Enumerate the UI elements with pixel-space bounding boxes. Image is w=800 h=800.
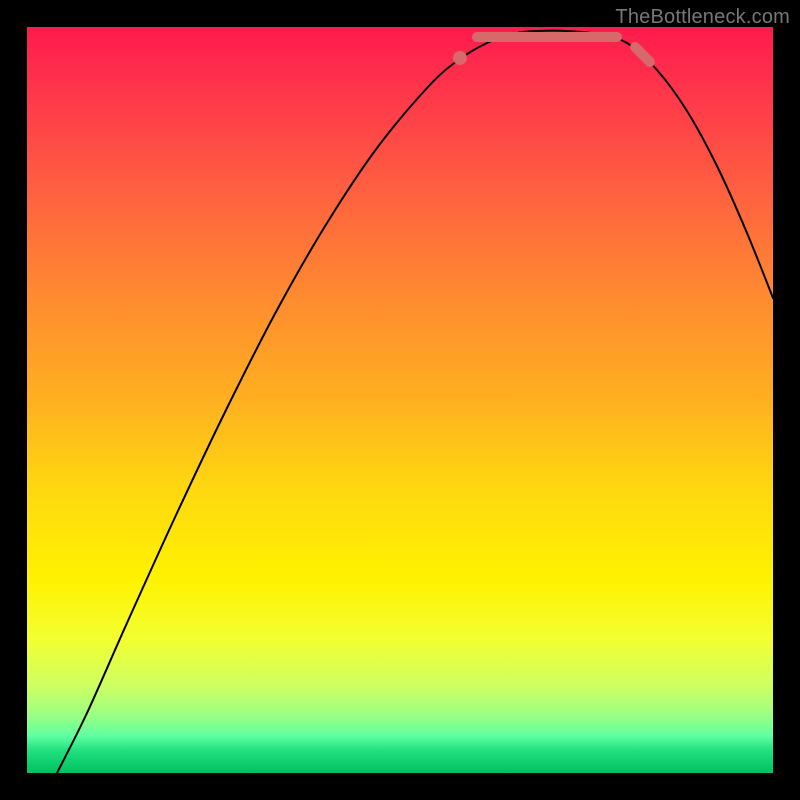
marker-left-dot [453, 51, 467, 65]
plot-svg [27, 27, 773, 773]
marker-right-segment [635, 47, 650, 62]
watermark-text: TheBottleneck.com [615, 6, 790, 29]
gradient-plot-area [27, 27, 773, 773]
bottleneck-curve [57, 31, 773, 773]
